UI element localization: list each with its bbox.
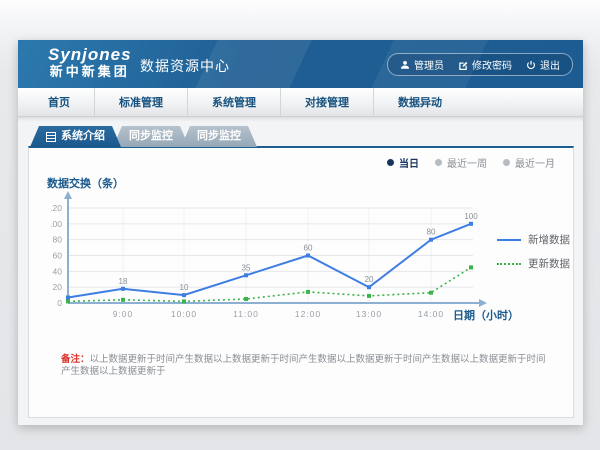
header: Synjones 新中新集团 数据资源中心 管理员 修改密码 退出 bbox=[18, 40, 583, 88]
legend-line-swatch bbox=[497, 263, 521, 265]
radio-dot-icon bbox=[503, 159, 510, 166]
svg-text:0: 0 bbox=[57, 298, 62, 308]
user-toolbar: 管理员 修改密码 退出 bbox=[387, 53, 573, 76]
svg-text:11:00: 11:00 bbox=[233, 309, 259, 319]
x-axis-title: 日期（小时） bbox=[453, 307, 519, 323]
svg-text:60: 60 bbox=[304, 244, 313, 253]
edit-icon bbox=[458, 60, 468, 70]
logout-button[interactable]: 退出 bbox=[526, 57, 560, 72]
radio-label: 最近一月 bbox=[515, 155, 555, 170]
document-icon bbox=[46, 132, 56, 142]
tab-3[interactable]: 同步监控 bbox=[181, 126, 257, 147]
radio-option-2[interactable]: 最近一周 bbox=[435, 155, 487, 170]
nav-item-3[interactable]: 系统管理 bbox=[187, 88, 280, 116]
svg-text:80: 80 bbox=[427, 228, 436, 237]
user-button[interactable]: 管理员 bbox=[400, 57, 444, 72]
line-chart: 0 20 40 60 80 100 120 9:00 10:00 11:00 12:00 13:00 1… bbox=[51, 188, 496, 330]
logo-brand: Synjones bbox=[48, 46, 132, 65]
radio-label: 最近一周 bbox=[447, 155, 487, 170]
radio-option-3[interactable]: 最近一月 bbox=[503, 155, 555, 170]
nav-item-4[interactable]: 对接管理 bbox=[280, 88, 373, 116]
svg-text:13:00: 13:00 bbox=[356, 309, 382, 319]
chart-legend: 新增数据更新数据 bbox=[497, 232, 570, 271]
svg-text:100: 100 bbox=[51, 219, 62, 229]
radio-option-1[interactable]: 当日 bbox=[387, 155, 419, 170]
svg-text:20: 20 bbox=[53, 282, 63, 292]
svg-text:120: 120 bbox=[51, 203, 62, 213]
svg-text:100: 100 bbox=[464, 212, 478, 221]
svg-text:12:00: 12:00 bbox=[295, 309, 321, 319]
chart-panel: 当日最近一周最近一月 数据交换（条） 0204060801001209:0010… bbox=[28, 146, 574, 418]
tab-1[interactable]: 系统介绍 bbox=[30, 126, 121, 147]
tab-2[interactable]: 同步监控 bbox=[113, 126, 189, 147]
radio-label: 当日 bbox=[399, 155, 419, 170]
nav-item-5[interactable]: 数据异动 bbox=[373, 88, 466, 116]
radio-dot-icon bbox=[387, 159, 394, 166]
change-password-label: 修改密码 bbox=[472, 57, 512, 72]
radio-dot-icon bbox=[435, 159, 442, 166]
logo: Synjones 新中新集团 bbox=[48, 46, 132, 79]
power-icon bbox=[526, 60, 536, 70]
tab-label: 系统介绍 bbox=[61, 126, 105, 147]
logout-label: 退出 bbox=[540, 57, 560, 72]
change-password-button[interactable]: 修改密码 bbox=[458, 57, 512, 72]
user-icon bbox=[400, 60, 410, 70]
nav-item-2[interactable]: 标准管理 bbox=[94, 88, 187, 116]
legend-label: 新增数据 bbox=[528, 232, 570, 247]
svg-text:10:00: 10:00 bbox=[171, 309, 197, 319]
app-window: Synjones 新中新集团 数据资源中心 管理员 修改密码 退出 首页标准 bbox=[18, 40, 583, 425]
legend-line-swatch bbox=[497, 239, 521, 241]
svg-text:40: 40 bbox=[53, 266, 63, 276]
tabs: 系统介绍 同步监控 同步监控 bbox=[30, 126, 249, 147]
svg-text:10: 10 bbox=[180, 283, 189, 292]
svg-text:20: 20 bbox=[365, 275, 374, 284]
footnote-text: 以上数据更新于时间产生数据以上数据更新于时间产生数据以上数据更新于时间产生数据以… bbox=[61, 354, 546, 377]
nav-item-1[interactable]: 首页 bbox=[24, 88, 94, 116]
svg-text:18: 18 bbox=[119, 277, 128, 286]
legend-label: 更新数据 bbox=[528, 256, 570, 271]
range-filter: 当日 最近一周 最近一月 bbox=[387, 155, 555, 170]
page-title: 数据资源中心 bbox=[140, 56, 230, 76]
logo-company: 新中新集团 bbox=[48, 65, 132, 79]
legend-item-2: 更新数据 bbox=[497, 256, 570, 271]
svg-text:80: 80 bbox=[53, 235, 63, 245]
nav: 首页标准管理系统管理对接管理数据异动 bbox=[18, 88, 583, 117]
tab-label: 同步监控 bbox=[197, 126, 241, 147]
svg-text:9:00: 9:00 bbox=[113, 309, 134, 319]
content: 系统介绍同步监控同步监控 当日最近一周最近一月 数据交换（条） 02040608… bbox=[18, 117, 583, 425]
svg-text:35: 35 bbox=[242, 263, 251, 272]
user-label: 管理员 bbox=[414, 57, 444, 72]
legend-item-1: 新增数据 bbox=[497, 232, 570, 247]
svg-text:60: 60 bbox=[53, 251, 63, 261]
svg-text:14:00: 14:00 bbox=[418, 309, 444, 319]
page: Synjones 新中新集团 数据资源中心 管理员 修改密码 退出 首页标准 bbox=[0, 0, 600, 450]
footnote-prefix: 备注： bbox=[61, 354, 90, 365]
footnote: 备注：以上数据更新于时间产生数据以上数据更新于时间产生数据以上数据更新于时间产生… bbox=[61, 354, 553, 379]
tab-label: 同步监控 bbox=[129, 126, 173, 147]
